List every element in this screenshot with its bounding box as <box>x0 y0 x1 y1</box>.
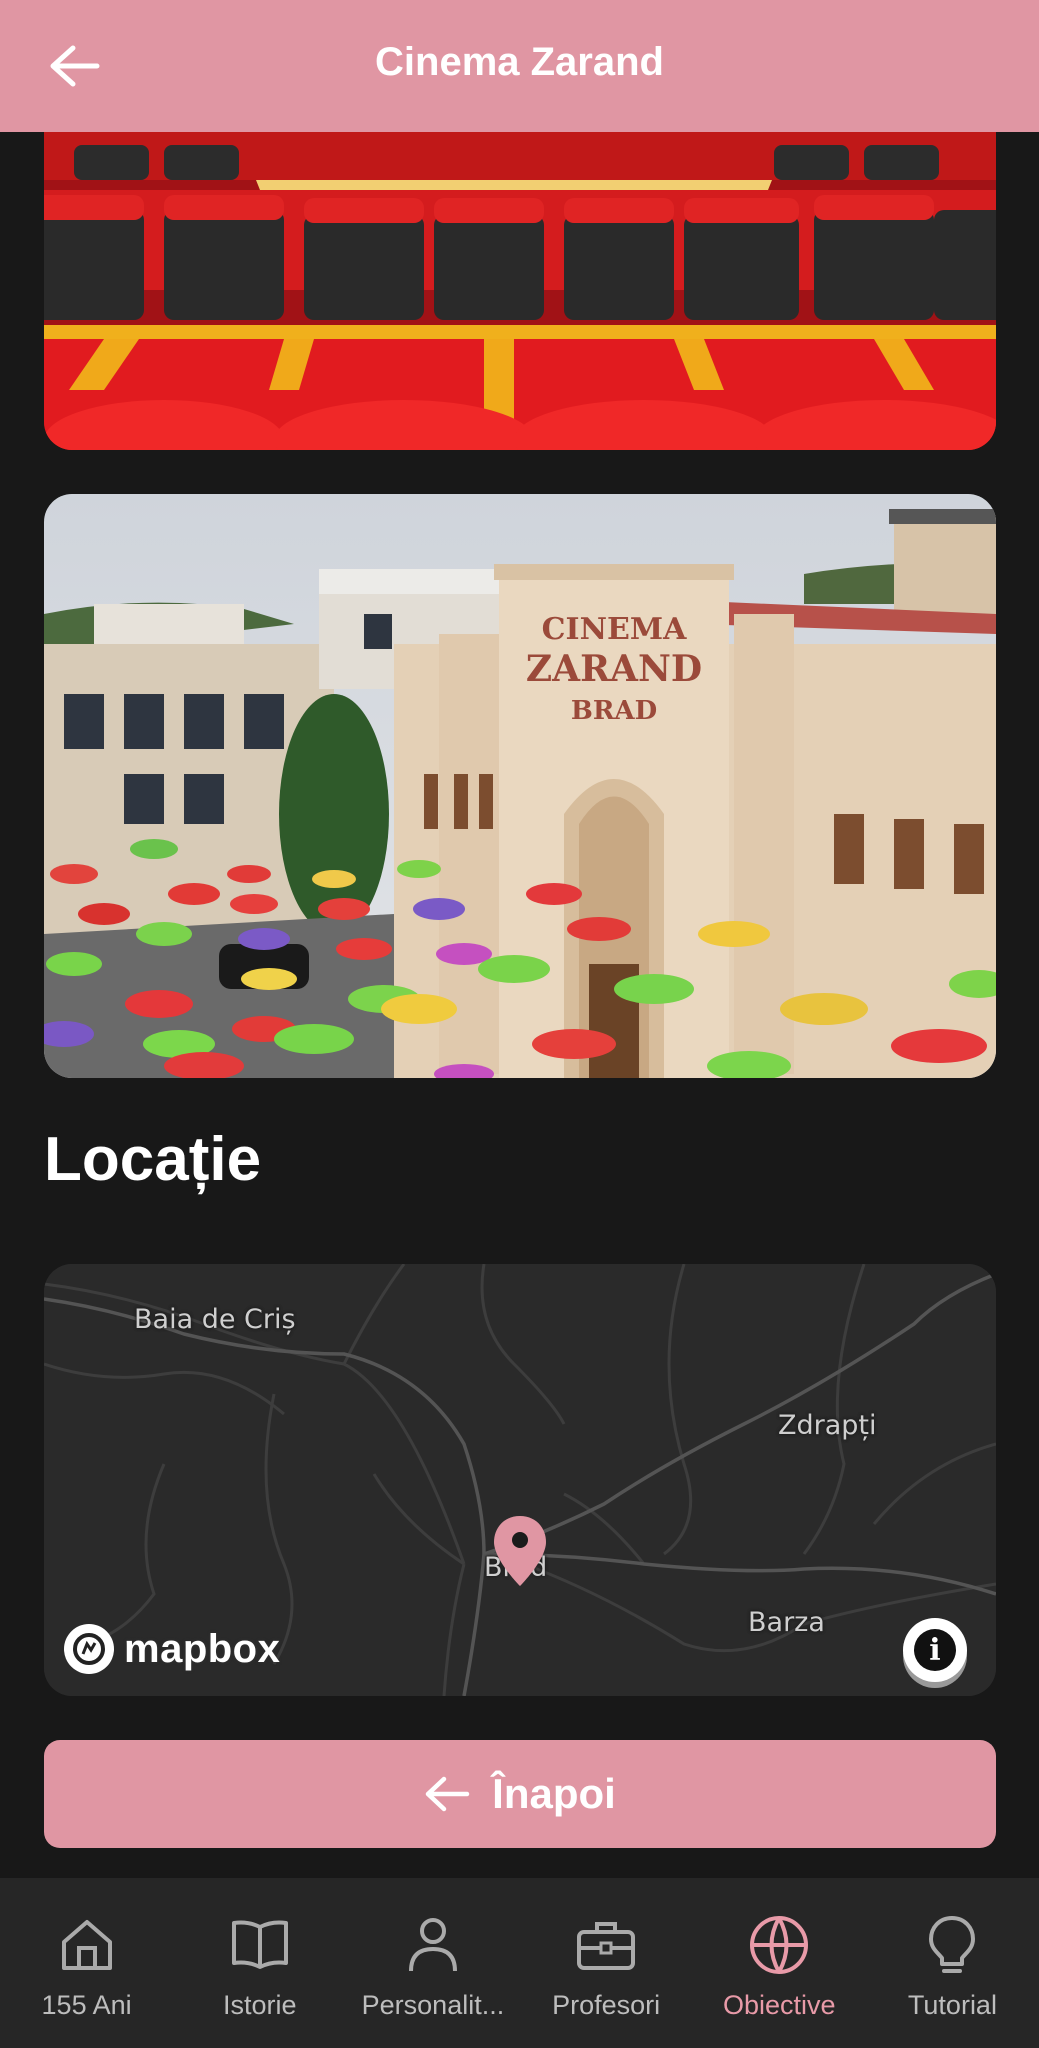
globe-icon <box>748 1914 810 1976</box>
mapbox-logo[interactable]: mapbox <box>64 1624 280 1674</box>
location-title: Locație <box>44 1125 262 1194</box>
sign-brad: BRAD <box>571 696 657 726</box>
cinema-seats-photo <box>44 100 996 450</box>
sign-cinema: CINEMA <box>542 612 687 647</box>
briefcase-icon <box>575 1914 637 1976</box>
back-button-label: Înapoi <box>492 1770 616 1817</box>
bottom-navigation: 155 Ani Istorie Personalit... Profesori … <box>0 1878 1039 2048</box>
nav-item-tutorial[interactable]: Tutorial <box>866 1878 1039 2048</box>
map-info-button[interactable]: i <box>903 1618 967 1682</box>
info-icon: i <box>914 1629 956 1671</box>
location-map[interactable]: Baia de Criș Zdrapți Brad Barza mapbox i <box>44 1264 996 1696</box>
person-icon <box>402 1914 464 1976</box>
nav-label: Personalit... <box>361 1990 505 2020</box>
mapbox-wordmark: mapbox <box>124 1626 281 1671</box>
lightbulb-icon <box>921 1914 983 1976</box>
location-pin-icon[interactable] <box>490 1514 550 1588</box>
nav-label: Profesori <box>552 1990 661 2020</box>
nav-item-istorie[interactable]: Istorie <box>173 1878 346 2048</box>
page-title: Cinema Zarand <box>375 40 664 84</box>
map-place-baia-de-cris: Baia de Criș <box>134 1304 296 1335</box>
mapbox-logo-icon <box>64 1624 114 1674</box>
app-header: Cinema Zarand <box>0 0 1039 132</box>
back-button[interactable]: Înapoi <box>44 1740 996 1848</box>
nav-item-personalitati[interactable]: Personalit... <box>346 1878 519 2048</box>
nav-item-155-ani[interactable]: 155 Ani <box>0 1878 173 2048</box>
map-place-zdrapti: Zdrapți <box>778 1410 877 1441</box>
nav-label: Obiective <box>722 1990 836 2020</box>
nav-label: Tutorial <box>907 1990 997 2020</box>
nav-label: 155 Ani <box>41 1990 132 2020</box>
nav-label: Istorie <box>222 1990 297 2020</box>
map-place-barza: Barza <box>748 1607 825 1638</box>
cinema-building-photo: CINEMA ZARAND BRAD <box>44 494 996 1078</box>
book-icon <box>229 1914 291 1976</box>
sign-zarand: ZARAND <box>526 648 702 690</box>
home-icon <box>56 1914 118 1976</box>
arrow-left-icon <box>425 1776 470 1812</box>
nav-item-profesori[interactable]: Profesori <box>520 1878 693 2048</box>
nav-item-obiective[interactable]: Obiective <box>693 1878 866 2048</box>
